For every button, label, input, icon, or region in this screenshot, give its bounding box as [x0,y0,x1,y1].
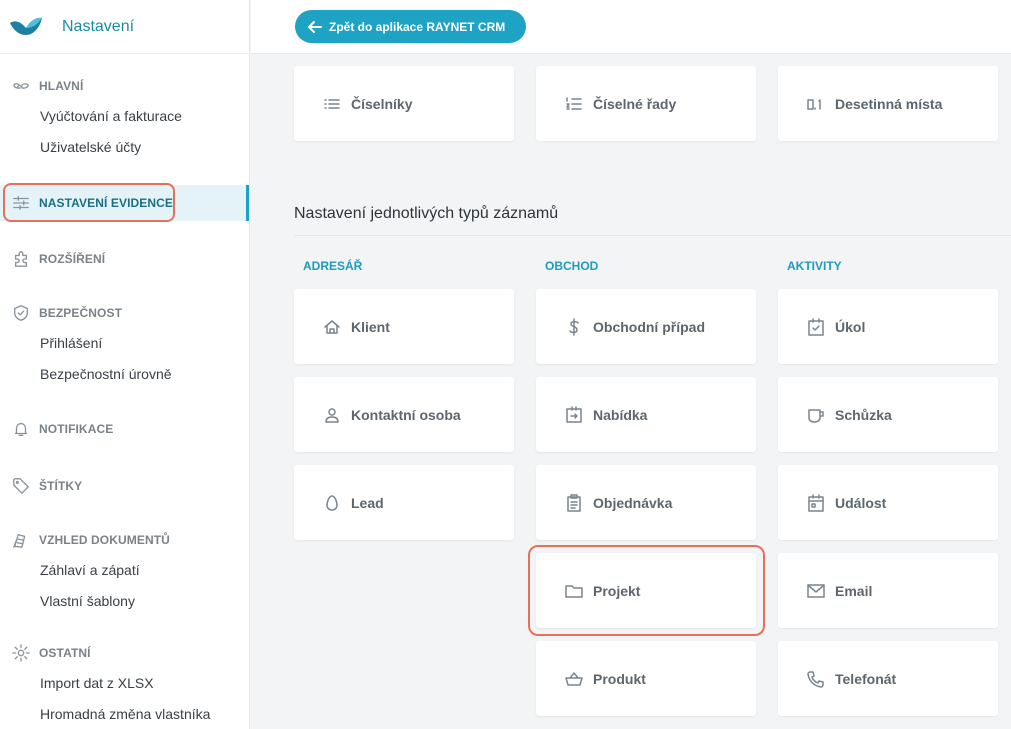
list-icon [322,94,342,114]
brand-header: Nastavení [0,0,249,54]
card-udalost[interactable]: Událost [778,465,998,540]
nav-section-vzhled: VZHLED DOKUMENTŮ Záhlaví a zápatí Vlastn… [0,529,249,617]
cup-icon [806,405,826,425]
back-button-label: Zpět do aplikace RAYNET CRM [329,19,506,34]
nav-section-ostatni: OSTATNÍ Import dat z XLSX Hromadná změna… [0,642,249,729]
nav-header-vzhled[interactable]: VZHLED DOKUMENTŮ [0,529,249,551]
nav-item-uzivatelske-ucty[interactable]: Uživatelské účty [0,132,249,163]
card-label: Email [835,582,873,599]
nav-item-sablony[interactable]: Vlastní šablony [0,586,249,617]
clipboard-icon [564,493,584,513]
card-label: Obchodní případ [593,318,705,335]
tag-icon [11,476,31,496]
nav-item-import-xlsx[interactable]: Import dat z XLSX [0,668,249,699]
nav-item-hromadna-zmena[interactable]: Hromadná změna vlastníka [0,699,249,729]
person-icon [322,405,342,425]
card-label: Schůzka [835,406,892,423]
nav-section-stitky[interactable]: ŠTÍTKY [0,475,249,497]
card-schuzka[interactable]: Schůzka [778,377,998,452]
highlight-outline-evidence [3,183,175,222]
decimal-icon [806,94,826,114]
card-ciselniky[interactable]: Číselníky [294,66,514,141]
dollar-icon [564,317,584,337]
card-label: Klient [351,318,390,335]
phone-icon [806,669,826,689]
card-desetinna-mista[interactable]: Desetinná místa [778,66,998,141]
nav-label-hlavni: HLAVNÍ [39,79,84,93]
raynet-logo-icon [10,17,42,35]
card-lead[interactable]: Lead [294,465,514,540]
highlight-outline-projekt [528,545,765,636]
nav-header-rozsireni[interactable]: ROZŠÍŘENÍ [0,248,249,270]
puzzle-icon [11,249,31,269]
nav-label-stitky: ŠTÍTKY [39,479,83,493]
card-label: Produkt [593,670,646,687]
column-header-aktivity: AKTIVITY [787,259,842,273]
calendar-icon [806,493,826,513]
envelope-icon [806,581,826,601]
card-label: Objednávka [593,494,673,511]
section-title: Nastavení jednotlivých typů záznamů [294,205,559,222]
nav-item-prihlaseni[interactable]: Přihlášení [0,328,249,359]
nav-label-notifikace: NOTIFIKACE [39,422,114,436]
numbered-list-icon [564,94,584,114]
nav-section-notifikace[interactable]: NOTIFIKACE [0,418,249,440]
card-ciselne-rady[interactable]: Číselné řady [536,66,756,141]
column-header-adresar: ADRESÁŘ [303,259,363,273]
card-label: Událost [835,494,887,511]
card-objednavka[interactable]: Objednávka [536,465,756,540]
column-header-obchod: OBCHOD [545,259,599,273]
card-telefonat[interactable]: Telefonát [778,641,998,716]
card-label: Desetinná místa [835,95,943,112]
shield-check-icon [11,303,31,323]
settings-title: Nastavení [62,17,135,35]
arrow-left-icon [308,20,322,33]
nav-section-rozsireni[interactable]: ROZŠÍŘENÍ [0,248,249,270]
card-email[interactable]: Email [778,553,998,628]
nav-item-vyuctovani[interactable]: Vyúčtování a fakturace [0,101,249,132]
nav-header-bezpecnost[interactable]: BEZPEČNOST [0,302,249,324]
card-label: Telefonát [835,670,897,687]
document-icon [11,530,31,550]
hands-icon [11,76,31,96]
nav-section-hlavni: HLAVNÍ Vyúčtování a fakturace Uživatelsk… [0,75,249,163]
nav-header-hlavni[interactable]: HLAVNÍ [0,75,249,97]
card-ukol[interactable]: Úkol [778,289,998,364]
sidebar: Nastavení HLAVNÍ Vyúčtování a fakturace … [0,0,250,729]
nav-header-ostatni[interactable]: OSTATNÍ [0,642,249,664]
nav-section-bezpecnost: BEZPEČNOST Přihlášení Bezpečnostní úrovn… [0,302,249,390]
card-klient[interactable]: Klient [294,289,514,364]
nav-label-bezpecnost: BEZPEČNOST [39,306,123,320]
offer-icon [564,405,584,425]
egg-icon [322,493,342,513]
card-nabidka[interactable]: Nabídka [536,377,756,452]
back-to-crm-button[interactable]: Zpět do aplikace RAYNET CRM [295,10,526,43]
card-produkt[interactable]: Produkt [536,641,756,716]
basket-icon [564,669,584,689]
divider [294,235,1011,236]
card-label: Kontaktní osoba [351,406,461,423]
checkbox-icon [806,317,826,337]
nav-header-stitky[interactable]: ŠTÍTKY [0,475,249,497]
card-label: Číselné řady [593,95,677,112]
nav-label-rozsireni: ROZŠÍŘENÍ [39,252,106,266]
nav-label-vzhled: VZHLED DOKUMENTŮ [39,533,170,547]
card-label: Úkol [835,318,866,335]
nav-item-zahlavi[interactable]: Záhlaví a zápatí [0,555,249,586]
home-icon [322,317,342,337]
nav-label-ostatni: OSTATNÍ [39,646,91,660]
card-label: Číselníky [351,95,413,112]
card-kontaktni-osoba[interactable]: Kontaktní osoba [294,377,514,452]
card-obchodni-pripad[interactable]: Obchodní případ [536,289,756,364]
bell-icon [11,419,31,439]
card-label: Lead [351,494,384,511]
card-label: Nabídka [593,406,648,423]
nav-item-bezpecnostni-urovne[interactable]: Bezpečnostní úrovně [0,359,249,390]
nav-header-notifikace[interactable]: NOTIFIKACE [0,418,249,440]
topbar: Zpět do aplikace RAYNET CRM [251,0,1011,54]
gear-icon [11,643,31,663]
